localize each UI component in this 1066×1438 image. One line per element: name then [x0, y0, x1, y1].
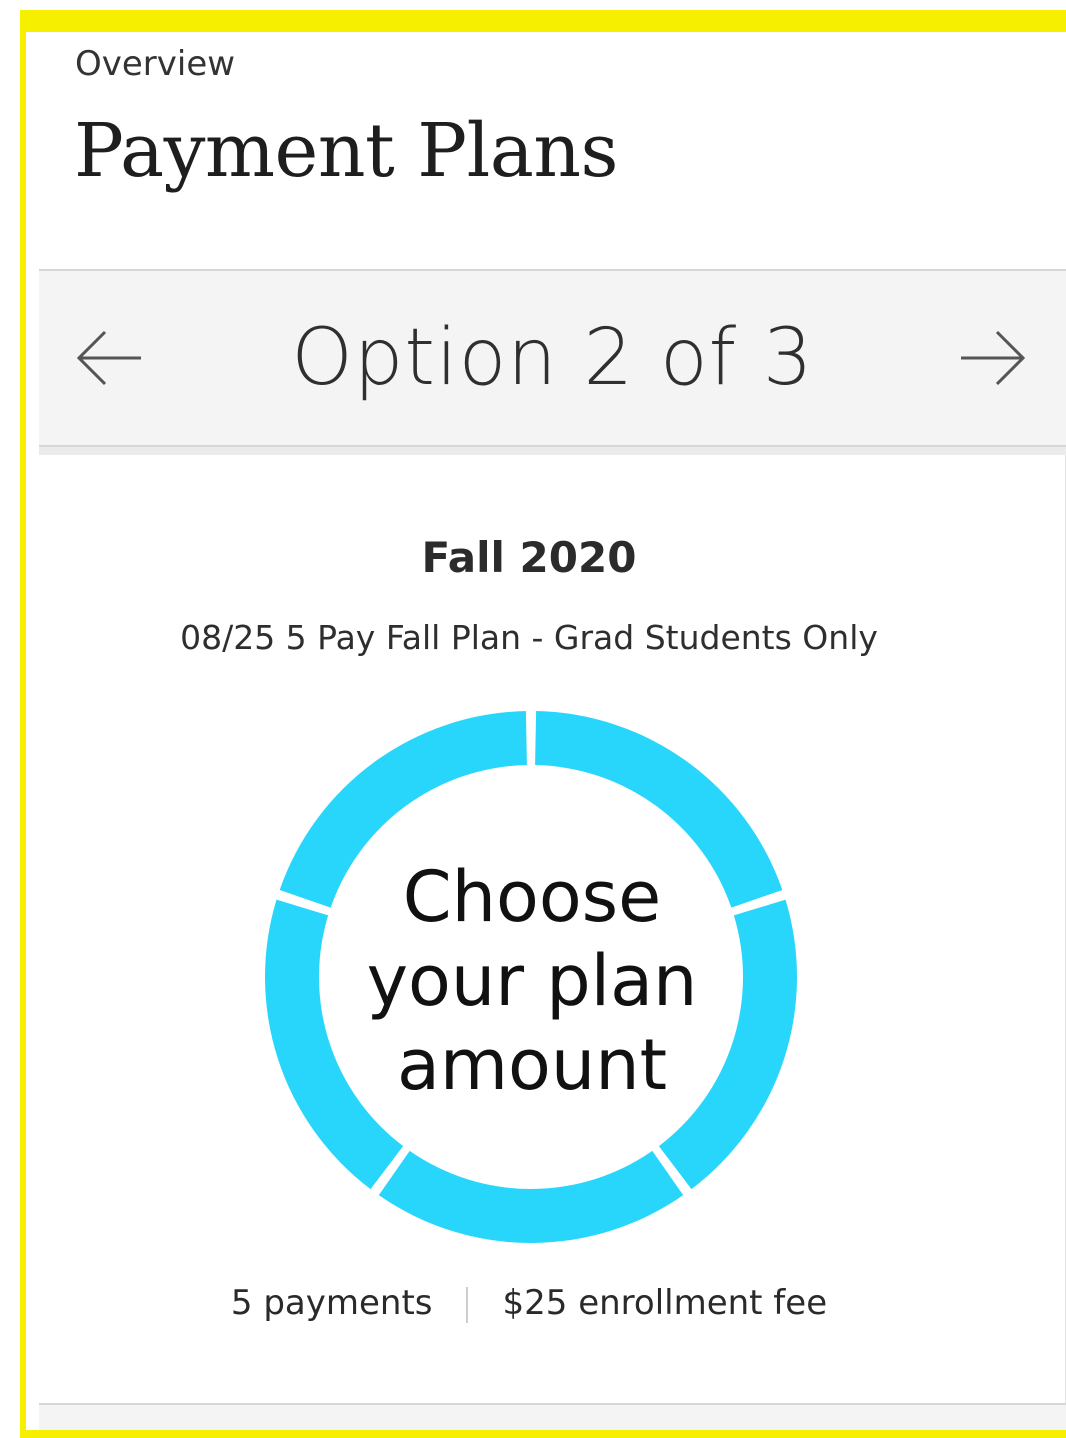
option-label: Option 2 of 3: [291, 313, 814, 403]
donut-center-text[interactable]: Choose your plan amount: [332, 855, 732, 1107]
plan-term: Fall 2020: [421, 533, 637, 582]
plan-summary: 5 payments $25 enrollment fee: [39, 1283, 1019, 1323]
next-section-strip: [39, 1405, 1066, 1430]
page-title: Payment Plans: [74, 108, 618, 194]
plan-name: 08/25 5 Pay Fall Plan - Grad Students On…: [180, 618, 878, 657]
highlight-frame-left: [20, 10, 26, 1438]
donut-segment: [378, 1150, 684, 1243]
arrow-right-icon[interactable]: [955, 321, 1029, 395]
donut-center-line: your plan: [366, 940, 698, 1022]
enrollment-fee: $25 enrollment fee: [502, 1283, 828, 1323]
breadcrumb[interactable]: Overview: [75, 44, 235, 84]
donut-center-line: Choose: [402, 856, 662, 938]
divider: [466, 1286, 469, 1323]
option-navigator: Option 2 of 3: [39, 269, 1066, 447]
donut-center-line: amount: [396, 1024, 668, 1106]
payments-count: 5 payments: [230, 1283, 433, 1323]
highlight-frame-top: [20, 10, 1066, 32]
navigator-shadow: [39, 447, 1066, 455]
plan-card: Fall 2020 08/25 5 Pay Fall Plan - Grad S…: [39, 455, 1066, 1403]
highlight-frame-bottom: [20, 1430, 1066, 1438]
